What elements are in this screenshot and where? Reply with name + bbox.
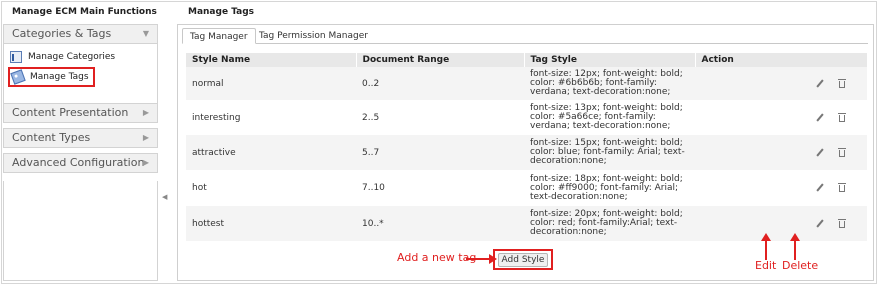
annotation-add-new-tag: Add a new tag <box>397 251 477 264</box>
section-content-presentation[interactable]: Content Presentation ▶ <box>3 103 158 123</box>
edit-pencil-icon[interactable] <box>815 148 825 158</box>
section-label: Content Presentation <box>12 106 129 119</box>
document-icon <box>10 51 22 63</box>
style-name-cell: hottest <box>186 206 356 241</box>
left-panel-title: Manage ECM Main Functions <box>12 7 157 17</box>
menu-item-label: Manage Tags <box>30 72 89 82</box>
tag-style-cell: font-size: 20px; font-weight: bold; colo… <box>524 206 695 241</box>
collapse-panel-icon[interactable]: ◀ <box>162 193 167 201</box>
tab-tag-permission-manager[interactable]: Tag Permission Manager <box>252 28 375 44</box>
style-name-cell: attractive <box>186 135 356 170</box>
annotation-delete: Delete <box>782 259 819 272</box>
annotation-arrow-delete <box>790 233 800 260</box>
tag-icon <box>10 69 26 85</box>
delete-trash-icon[interactable] <box>837 147 847 158</box>
column-header-action: Action <box>695 53 868 67</box>
edit-pencil-icon[interactable] <box>815 183 825 193</box>
section-advanced-configuration[interactable]: Advanced Configuration ▶ <box>3 153 158 173</box>
delete-trash-icon[interactable] <box>837 183 847 193</box>
table-row: normal 0..2 font-size: 12px; font-weight… <box>186 67 867 100</box>
chevron-right-icon: ▶ <box>142 158 149 167</box>
column-header-document-range: Document Range <box>356 53 525 67</box>
table-row: attractive 5..7 font-size: 15px; font-we… <box>186 135 867 170</box>
section-categories-tags[interactable]: Categories & Tags ▼ <box>3 24 158 44</box>
section-label: Categories & Tags <box>12 27 112 40</box>
add-style-button[interactable]: Add Style <box>498 253 548 267</box>
table-header-row: Style Name Document Range Tag Style Acti… <box>186 53 868 67</box>
tag-style-cell: font-size: 12px; font-weight: bold; colo… <box>524 67 695 100</box>
menu-item-manage-categories[interactable]: Manage Categories <box>10 49 115 65</box>
style-name-cell: normal <box>186 67 356 100</box>
table-row: interesting 2..5 font-size: 13px; font-w… <box>186 100 867 135</box>
action-cell <box>695 206 867 241</box>
section-label: Advanced Configuration <box>12 156 145 169</box>
column-header-tag-style: Tag Style <box>524 53 696 67</box>
page-title: Manage Tags <box>188 7 255 17</box>
chevron-right-icon: ▶ <box>142 108 149 117</box>
delete-trash-icon[interactable] <box>837 218 847 229</box>
document-range-cell: 7..10 <box>356 170 524 206</box>
document-range-cell: 5..7 <box>356 135 524 170</box>
action-cell <box>695 135 867 170</box>
delete-trash-icon[interactable] <box>837 112 847 123</box>
section-content-types[interactable]: Content Types ▶ <box>3 128 158 148</box>
style-name-cell: hot <box>186 170 356 206</box>
left-panel-fill <box>3 181 158 281</box>
annotation-edit: Edit <box>755 259 777 272</box>
chevron-right-icon: ▶ <box>142 133 149 142</box>
document-range-cell: 0..2 <box>356 67 524 100</box>
edit-pencil-icon[interactable] <box>815 79 825 89</box>
table-row: hot 7..10 font-size: 18px; font-weight: … <box>186 170 867 206</box>
action-cell <box>695 67 867 100</box>
document-range-cell: 2..5 <box>356 100 524 135</box>
action-cell <box>695 100 867 135</box>
tags-table: Style Name Document Range Tag Style Acti… <box>186 53 868 241</box>
tab-tag-manager[interactable]: Tag Manager <box>182 28 256 44</box>
edit-pencil-icon[interactable] <box>815 219 825 229</box>
tag-style-cell: font-size: 18px; font-weight: bold; colo… <box>524 170 695 206</box>
document-range-cell: 10..* <box>356 206 524 241</box>
menu-item-manage-tags[interactable]: Manage Tags <box>8 67 95 87</box>
style-name-cell: interesting <box>186 100 356 135</box>
delete-trash-icon[interactable] <box>837 78 847 89</box>
section-label: Content Types <box>12 131 91 144</box>
column-header-style-name: Style Name <box>186 53 357 67</box>
edit-pencil-icon[interactable] <box>815 113 825 123</box>
tag-style-cell: font-size: 15px; font-weight: bold; colo… <box>524 135 695 170</box>
menu-item-label: Manage Categories <box>28 52 116 62</box>
action-cell <box>695 170 867 206</box>
annotation-arrow-edit <box>761 233 771 260</box>
annotation-arrow-right <box>466 254 497 264</box>
categories-tags-body: Manage Categories Manage Tags <box>3 44 158 106</box>
chevron-down-icon: ▼ <box>142 29 149 38</box>
tag-style-cell: font-size: 13px; font-weight: bold; colo… <box>524 100 695 135</box>
